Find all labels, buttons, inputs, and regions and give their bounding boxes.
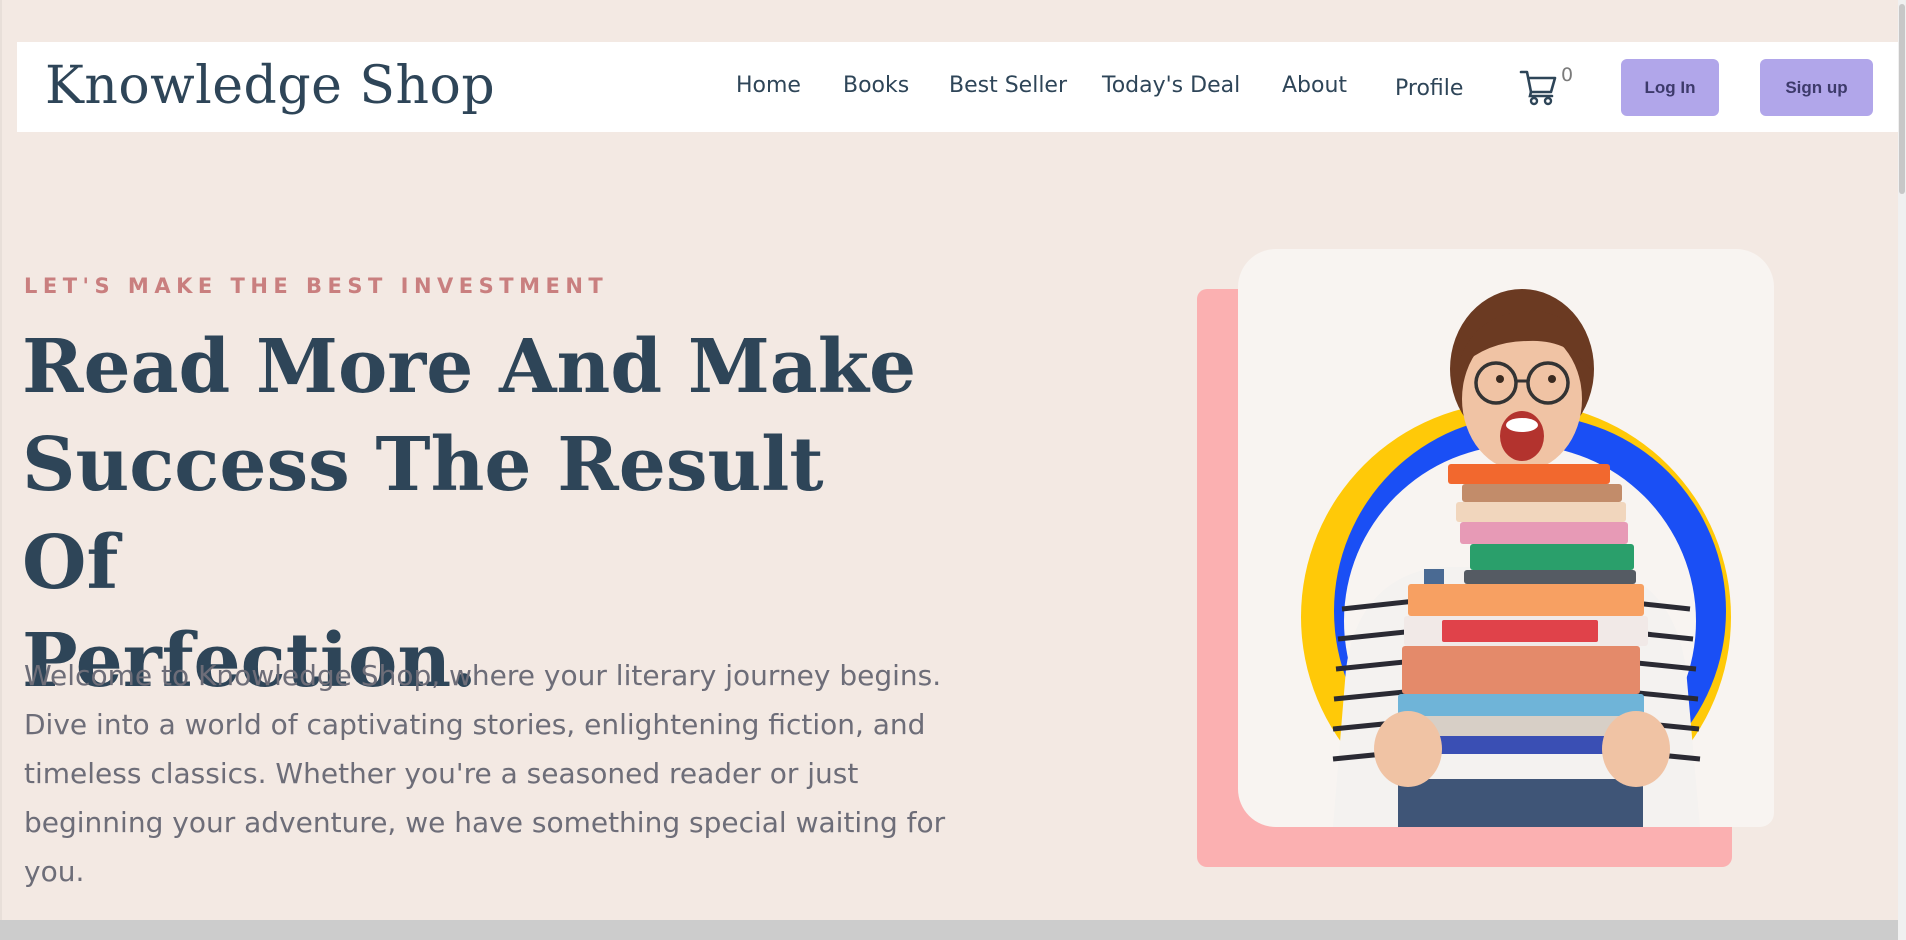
headline-line: Success The Result Of [22,422,824,606]
nav-link-todays-deal[interactable]: Today's Deal [1102,72,1240,100]
nav-link-books[interactable]: Books [843,72,909,100]
hero-eyebrow: LET'S MAKE THE BEST INVESTMENT [24,274,609,298]
hero-intro: Welcome to Knowledge Shop, where your li… [24,659,946,888]
nav-link-profile[interactable]: Profile [1395,75,1463,103]
cart-button[interactable]: 0 [1519,64,1579,112]
nav-link-about[interactable]: About [1282,72,1347,100]
login-button[interactable]: Log In [1621,59,1719,116]
reader-with-books-illustration [1301,289,1731,827]
cart-count: 0 [1561,64,1574,86]
vertical-scrollbar[interactable] [1898,0,1906,940]
nav-link-best-seller[interactable]: Best Seller [949,72,1067,100]
scrollbar-thumb[interactable] [1899,4,1905,194]
signup-button[interactable]: Sign up [1760,59,1873,116]
hero-image-card [1238,249,1774,827]
site-logo[interactable]: Knowledge Shop [45,58,495,114]
shopping-cart-icon [1519,70,1557,106]
navbar: Knowledge Shop Home Books Best Seller To… [17,42,1906,132]
nav-link-home[interactable]: Home [736,72,801,100]
headline-line: Read More And Make [22,324,917,410]
horizontal-scrollbar[interactable] [0,920,1898,940]
